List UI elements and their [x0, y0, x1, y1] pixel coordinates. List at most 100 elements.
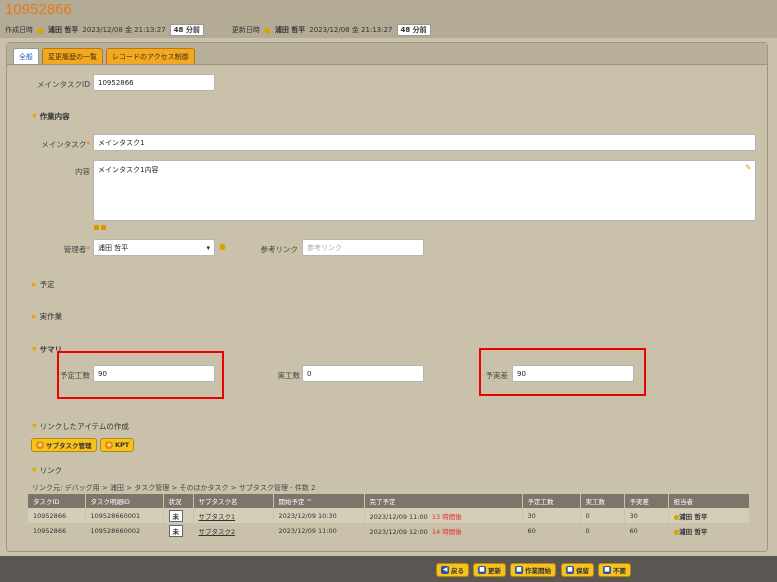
- cell-variance: 60: [624, 523, 669, 538]
- back-button[interactable]: ◀ 戻る: [436, 563, 469, 577]
- column-header[interactable]: 担当者: [668, 494, 750, 508]
- updated-by[interactable]: 浦田 哲平: [275, 25, 305, 35]
- created-at: 2023/12/08 金 21:13:27: [82, 26, 166, 34]
- column-header[interactable]: 予実差: [624, 494, 669, 508]
- attachment-icons[interactable]: [94, 225, 106, 230]
- update-button[interactable]: ■ 更新: [473, 563, 506, 577]
- tab-general[interactable]: 全般: [13, 48, 39, 64]
- column-header[interactable]: 予定工数: [522, 494, 581, 508]
- create-subtask-button[interactable]: + サブタスク管理: [31, 438, 97, 452]
- section-actual-work[interactable]: ▶ 実作業: [32, 311, 62, 322]
- actual-hours-field[interactable]: 0: [302, 365, 424, 382]
- button-label: 保留: [576, 567, 589, 575]
- main-task-label: メインタスク*: [41, 140, 90, 149]
- column-header[interactable]: タスク明細ID: [85, 494, 164, 508]
- pencil-icon[interactable]: ✎: [745, 163, 752, 172]
- planned-hours-label: 予定工数: [60, 371, 90, 380]
- cell-end: 2023/12/09 12:00 14 時間後: [364, 523, 523, 538]
- plus-icon: +: [105, 441, 113, 449]
- tab-history[interactable]: 変更履歴の一覧: [42, 48, 103, 64]
- manager-select[interactable]: 浦田 哲平 ▾: [93, 239, 215, 256]
- cell-status: 未: [163, 523, 194, 538]
- planned-hours-field[interactable]: 90: [93, 365, 215, 382]
- variance-label: 予実差: [485, 371, 509, 380]
- section-title: 作業内容: [39, 112, 70, 121]
- chevron-down-icon: ▾: [206, 243, 210, 252]
- section-work-content[interactable]: ▼ 作業内容: [32, 111, 70, 122]
- table-row[interactable]: 10952866 109528660001 未 サブタスク1 2023/12/0…: [28, 508, 750, 523]
- updated-at: 2023/12/08 金 21:13:27: [309, 26, 393, 34]
- created-label: 作成日時: [5, 26, 33, 34]
- cell-assignee: ●浦田 哲平: [668, 508, 750, 523]
- column-header[interactable]: タスクID: [28, 494, 86, 508]
- cell-name: サブタスク2: [193, 523, 274, 538]
- hold-button[interactable]: ■ 保留: [561, 563, 594, 577]
- updated-label: 更新日時: [231, 26, 260, 34]
- start-work-button[interactable]: ■ 作業開始: [510, 563, 556, 577]
- caret-down-icon: ▼: [32, 346, 37, 353]
- cell-end: 2023/12/09 11:00 13 時間後: [364, 508, 523, 523]
- section-linked-create: ▼ リンクしたアイテムの作成: [32, 421, 129, 432]
- save-icon: ■: [478, 566, 486, 574]
- file-icon[interactable]: [101, 225, 106, 230]
- cell-task-id: 10952866: [28, 523, 86, 538]
- created-by[interactable]: 浦田 哲平: [48, 25, 78, 35]
- column-header[interactable]: 状況: [163, 494, 194, 508]
- button-label: 戻る: [451, 567, 464, 575]
- person-icon[interactable]: ●: [219, 242, 226, 251]
- save-icon: ■: [603, 566, 611, 574]
- caret-right-icon: ▶: [32, 281, 37, 288]
- assignee-name[interactable]: 浦田 哲平: [679, 513, 707, 521]
- editor-panel: 全般 変更履歴の一覧 レコードのアクセス制御: [6, 42, 768, 552]
- title-bar: 10952866: [0, 0, 777, 22]
- actual-hours-label: 実工数: [277, 371, 301, 380]
- variance-field[interactable]: 90: [512, 365, 634, 382]
- assignee-name[interactable]: 浦田 哲平: [679, 528, 707, 536]
- cell-start: 2023/12/09 10:30: [273, 508, 365, 523]
- caret-down-icon: ▼: [32, 467, 37, 474]
- plus-icon: +: [36, 441, 44, 449]
- breadcrumb: リンク元: デバッグ用 > 浦田 > タスク管理 > そのほかタスク > サブタ…: [32, 484, 316, 492]
- tab-access-control[interactable]: レコードのアクセス制御: [106, 48, 195, 64]
- subtask-link[interactable]: サブタスク2: [199, 528, 236, 536]
- column-header[interactable]: 開始予定 ^: [273, 494, 365, 508]
- column-header[interactable]: 完了予定: [364, 494, 523, 508]
- content-textarea[interactable]: メインタスク1内容: [93, 160, 756, 221]
- manager-label: 管理者*: [63, 245, 90, 254]
- main-task-id-field[interactable]: 10952866: [93, 74, 215, 91]
- column-header[interactable]: 実工数: [580, 494, 625, 508]
- updated-ago-badge: 48 分前: [396, 24, 431, 36]
- button-label: サブタスク管理: [46, 442, 92, 450]
- table-row[interactable]: 10952866 109528660002 未 サブタスク2 2023/12/0…: [28, 523, 750, 538]
- button-label: KPT: [115, 441, 130, 449]
- cell-task-id: 10952866: [28, 508, 86, 523]
- cell-actual: 0: [580, 508, 625, 523]
- cell-detail-id: 109528660002: [85, 523, 164, 538]
- image-icon[interactable]: [94, 225, 99, 230]
- meta-row: 作成日時 ● 浦田 哲平 2023/12/08 金 21:13:27 48 分前…: [0, 22, 777, 38]
- main-task-field[interactable]: メインタスク1: [93, 134, 756, 151]
- section-plan[interactable]: ▶ 予定: [32, 279, 55, 290]
- cell-variance: 30: [624, 508, 669, 523]
- links-table: タスクID タスク明細ID 状況 サブタスク名 開始予定 ^ 完了予定 予定工数…: [28, 494, 750, 538]
- person-icon: ●: [37, 25, 44, 35]
- ref-link-label: 参考リンク: [260, 245, 299, 254]
- cell-actual: 0: [580, 523, 625, 538]
- status-badge: 未: [168, 524, 183, 537]
- content-label: 内容: [75, 167, 90, 176]
- unnecessary-button[interactable]: ■ 不要: [598, 563, 631, 577]
- end-note: 13 時間後: [431, 512, 462, 521]
- subtask-link[interactable]: サブタスク1: [199, 513, 236, 521]
- cell-planned: 30: [522, 508, 581, 523]
- ref-link-input[interactable]: 参考リンク: [302, 239, 424, 256]
- end-date: 2023/12/09 12:00: [369, 527, 428, 536]
- column-header[interactable]: サブタスク名: [193, 494, 274, 508]
- cell-assignee: ●浦田 哲平: [668, 523, 750, 538]
- section-title: リンク: [39, 466, 63, 475]
- button-label: 更新: [488, 567, 501, 575]
- status-badge: 未: [168, 509, 183, 522]
- section-title: 予定: [39, 280, 55, 289]
- tab-strip: 全般 変更履歴の一覧 レコードのアクセス制御: [7, 43, 767, 65]
- create-kpt-button[interactable]: + KPT: [100, 438, 135, 452]
- cell-start: 2023/12/09 11:00: [273, 523, 365, 538]
